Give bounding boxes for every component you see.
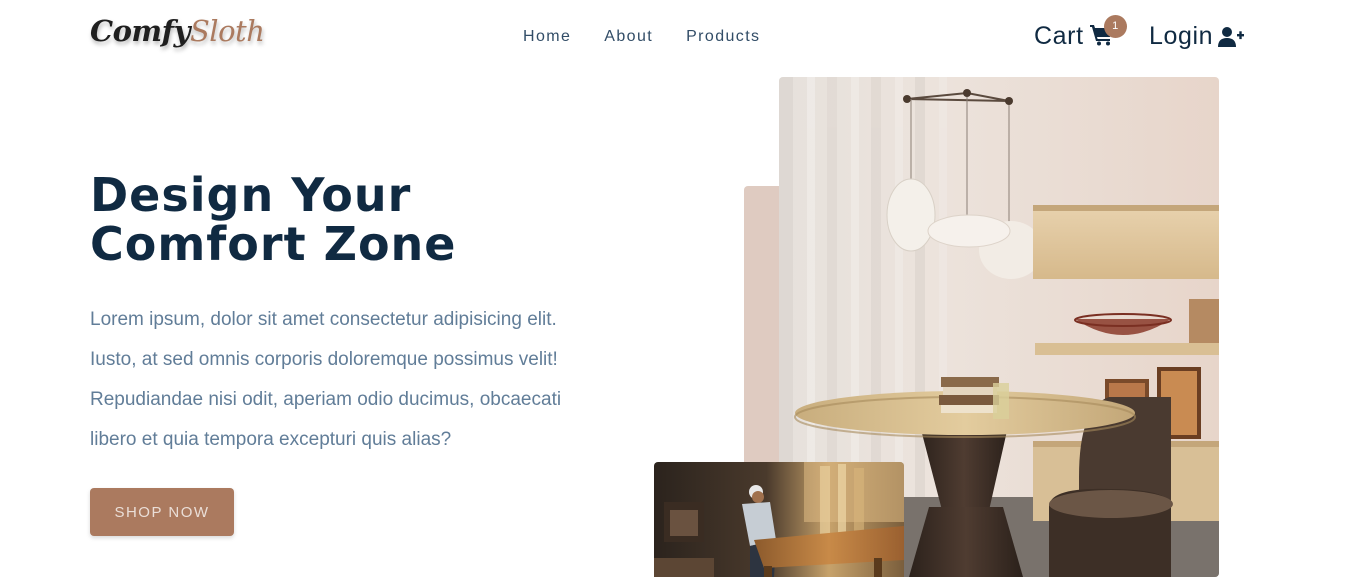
hero-text-line-2: Iusto, at sed omnis corporis doloremque … xyxy=(90,349,558,370)
hero-description: Lorem ipsum, dolor sit amet consectetur … xyxy=(90,300,590,460)
logo-text-comfy: Comfy xyxy=(90,14,190,48)
hero-title: Design Your Comfort Zone xyxy=(90,171,610,269)
login-label: Login xyxy=(1149,22,1214,50)
nav-link-products[interactable]: Products xyxy=(686,28,760,46)
hero-text-line-1: Lorem ipsum, dolor sit amet consectetur … xyxy=(90,309,557,330)
hero-text-line-4: libero et quia tempora excepturi quis al… xyxy=(90,429,452,450)
shop-now-button[interactable]: shop now xyxy=(90,488,234,536)
cart-icon-container: 1 xyxy=(1089,14,1127,50)
hero-title-line-1: Design Your xyxy=(90,168,412,222)
user-plus-icon xyxy=(1218,26,1245,47)
login-button[interactable]: Login xyxy=(1149,22,1245,51)
nav-link-home[interactable]: Home xyxy=(523,28,571,46)
cart-label: Cart xyxy=(1034,22,1084,50)
cart-count-badge: 1 xyxy=(1103,14,1127,38)
nav-links: Home About Products xyxy=(523,28,760,46)
hero-accent-image xyxy=(654,462,904,577)
hero-text-line-3: Repudiandae nisi odit, aperiam odio duci… xyxy=(90,389,562,410)
hero-title-line-2: Comfort Zone xyxy=(90,217,457,271)
cart-button[interactable]: Cart 1 xyxy=(1034,14,1127,51)
nav-link-about[interactable]: About xyxy=(604,28,653,46)
logo[interactable]: Comfy Sloth xyxy=(90,14,265,56)
logo-text-sloth: Sloth xyxy=(189,14,265,48)
